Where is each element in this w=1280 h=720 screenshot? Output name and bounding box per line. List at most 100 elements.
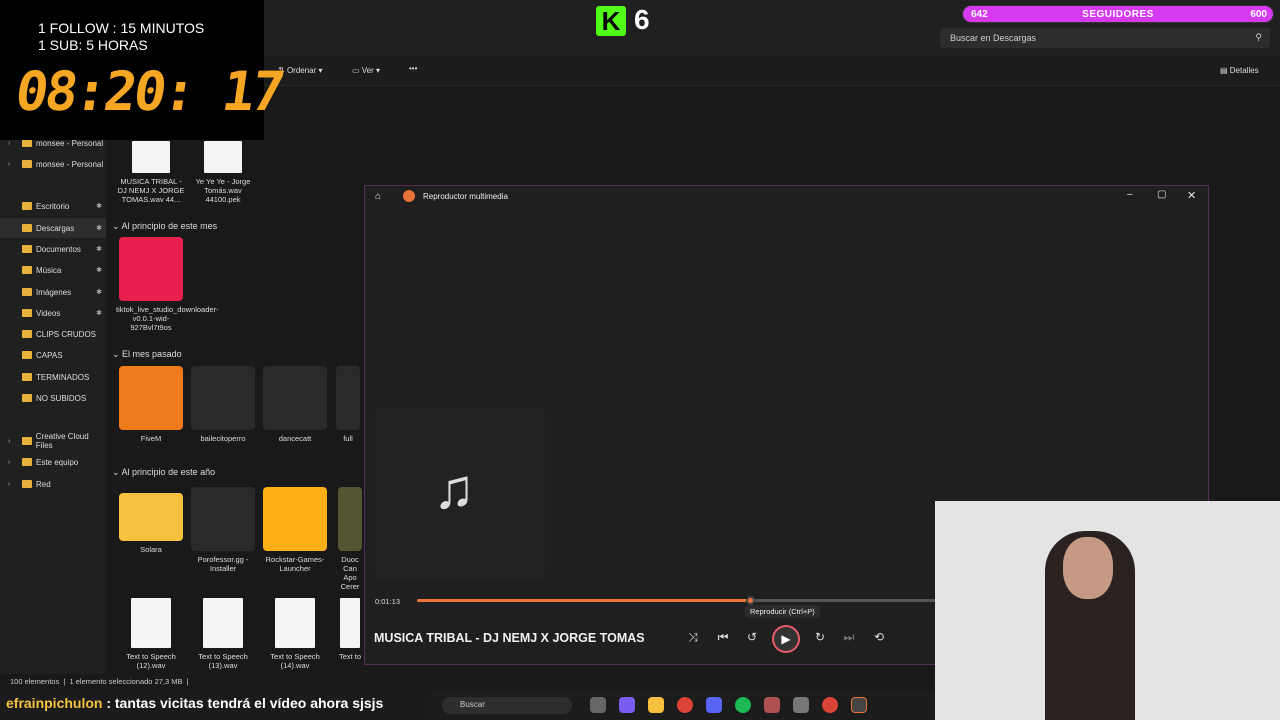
navigation-pane: › monsee - Personal › monsee - Personal Escr…: [0, 130, 106, 674]
details-label: Detalles: [1229, 66, 1259, 75]
section-label: Al principio de este año: [121, 467, 216, 477]
maximize-icon[interactable]: ▢: [1157, 189, 1166, 200]
section-label: Al principio de este mes: [121, 221, 218, 231]
view-button[interactable]: ▭ Ver ▾: [352, 66, 380, 75]
folder-icon: [22, 288, 32, 296]
file-item[interactable]: full: [332, 366, 364, 443]
file-label: Ye Ye Ye - Jorge Tomás.wav 44100.pek: [195, 177, 251, 204]
chrome-icon[interactable]: [677, 697, 693, 713]
sidebar-item[interactable]: CLIPS CRUDOS: [0, 324, 106, 344]
chrome-icon[interactable]: [822, 697, 838, 713]
app-icon[interactable]: [764, 697, 780, 713]
folder-icon: [22, 351, 32, 359]
sidebar-item-label: Documentos: [36, 244, 81, 254]
folder-icon: [22, 394, 32, 402]
music-note-icon: ♫: [433, 457, 475, 520]
file-item[interactable]: tiktok_live_studio_downloader-v0.0.1-wid…: [116, 237, 219, 332]
play-button[interactable]: ▶: [772, 625, 800, 653]
sidebar-item[interactable]: Música ✱: [0, 260, 106, 280]
file-item[interactable]: Text to: [336, 598, 364, 661]
section-header[interactable]: ⌄ Al principio de este año: [112, 467, 215, 478]
search-input[interactable]: Buscar en Descargas ⚲: [940, 28, 1270, 48]
sidebar-item[interactable]: › Creative Cloud Files: [0, 431, 106, 451]
file-item[interactable]: MUSICA TRIBAL - DJ NEMJ X JORGE TOMAS.wa…: [116, 141, 186, 204]
pin-icon: ✱: [96, 246, 102, 253]
streamer-face: [1063, 537, 1113, 599]
sidebar-item[interactable]: Imágenes ✱: [0, 282, 106, 302]
next-icon[interactable]: ⏭: [839, 630, 859, 645]
sidebar-item[interactable]: NO SUBIDOS: [0, 388, 106, 408]
selected-size: 27,3 MB: [154, 677, 183, 686]
media-player-icon: [403, 190, 415, 202]
file-item[interactable]: Text to Speech (14).wav: [260, 598, 330, 670]
file-label: bailecitoperro: [200, 434, 246, 443]
file-item[interactable]: Duoc Can Apo Cerer: [336, 487, 364, 591]
file-explorer-icon[interactable]: [648, 697, 664, 713]
sidebar-item[interactable]: › monsee - Personal: [0, 154, 106, 174]
sidebar-item-label: monsee - Personal: [36, 159, 104, 169]
home-icon[interactable]: ⌂: [375, 191, 381, 202]
pin-icon: ✱: [96, 225, 102, 232]
file-item[interactable]: Porofessor.gg - Installer: [188, 487, 258, 573]
sidebar-item[interactable]: Documentos ✱: [0, 239, 106, 259]
section-header[interactable]: ⌄ El mes pasado: [112, 349, 182, 360]
sub-rule: 1 SUB: 5 HORAS: [38, 37, 148, 53]
file-item[interactable]: Text to Speech (13).wav: [188, 598, 258, 670]
chevron-right-icon[interactable]: ›: [8, 481, 10, 488]
sidebar-item[interactable]: › Red: [0, 474, 106, 494]
taskview-icon[interactable]: [590, 697, 606, 713]
seek-handle[interactable]: [745, 596, 755, 605]
file-item[interactable]: FiveM: [116, 366, 186, 443]
section-header[interactable]: ⌄ Al principio de este mes: [112, 221, 217, 232]
kick-logo-icon: K: [596, 6, 626, 36]
sidebar-item[interactable]: TERMINADOS: [0, 367, 106, 387]
file-item[interactable]: Solara: [116, 487, 186, 554]
sidebar-item[interactable]: Videos ✱: [0, 303, 106, 323]
chevron-right-icon[interactable]: ›: [8, 161, 10, 168]
section-label: El mes pasado: [122, 349, 182, 359]
file-item[interactable]: Ye Ye Ye - Jorge Tomás.wav 44100.pek: [188, 141, 258, 204]
chevron-right-icon[interactable]: ›: [8, 140, 10, 147]
seek-bar[interactable]: [417, 596, 937, 605]
shuffle-icon[interactable]: ⤨: [683, 630, 703, 645]
search-placeholder: Buscar en Descargas: [950, 33, 1037, 43]
details-button[interactable]: ▤ Detalles: [1220, 66, 1259, 75]
sidebar-item-label: Creative Cloud Files: [35, 432, 89, 450]
chevron-right-icon[interactable]: ›: [8, 438, 10, 445]
spotify-icon[interactable]: [735, 697, 751, 713]
repeat-icon[interactable]: ⟲: [869, 630, 889, 644]
tiktok-icon: [119, 237, 183, 301]
file-item[interactable]: bailecitoperro: [188, 366, 258, 443]
close-icon[interactable]: ✕: [1187, 189, 1196, 202]
sidebar-item-label: Imágenes: [36, 287, 72, 297]
file-item[interactable]: dancecatt: [260, 366, 330, 443]
rewind-10-icon[interactable]: ↺: [742, 630, 762, 644]
forward-30-icon[interactable]: ↻: [810, 630, 830, 644]
album-art: ♫: [375, 408, 545, 578]
minimize-icon[interactable]: –: [1127, 189, 1133, 200]
play-tooltip: Reproducir (Ctrl+P): [745, 605, 820, 618]
image-thumbnail: [336, 366, 360, 430]
hamster-image: [191, 366, 255, 430]
subathon-timer: 08:20: 17: [11, 60, 287, 123]
chat-username: efrainpichulon: [6, 695, 103, 711]
app-icon[interactable]: [793, 697, 809, 713]
file-item[interactable]: Text to Speech (12).wav: [116, 598, 186, 670]
sidebar-item[interactable]: CAPAS: [0, 345, 106, 365]
sidebar-item[interactable]: Descargas ✱: [0, 218, 106, 238]
file-label: Porofessor.gg - Installer: [197, 555, 249, 573]
media-player-taskbar-icon[interactable]: [851, 697, 867, 713]
folder-icon: [22, 373, 32, 381]
file-label: Rockstar-Games-Launcher: [265, 555, 325, 573]
discord-icon[interactable]: [706, 697, 722, 713]
taskbar-search[interactable]: Buscar: [442, 697, 572, 714]
sidebar-item[interactable]: Escritorio ✱: [0, 196, 106, 216]
file-item[interactable]: Rockstar-Games-Launcher: [260, 487, 330, 573]
more-button[interactable]: •••: [409, 64, 417, 73]
previous-icon[interactable]: ⏮: [713, 630, 733, 645]
folder-icon: [22, 245, 32, 253]
sidebar-item[interactable]: › Este equipo: [0, 452, 106, 472]
copilot-icon[interactable]: [619, 697, 635, 713]
chevron-right-icon[interactable]: ›: [8, 459, 10, 466]
pin-icon: ✱: [96, 203, 102, 210]
